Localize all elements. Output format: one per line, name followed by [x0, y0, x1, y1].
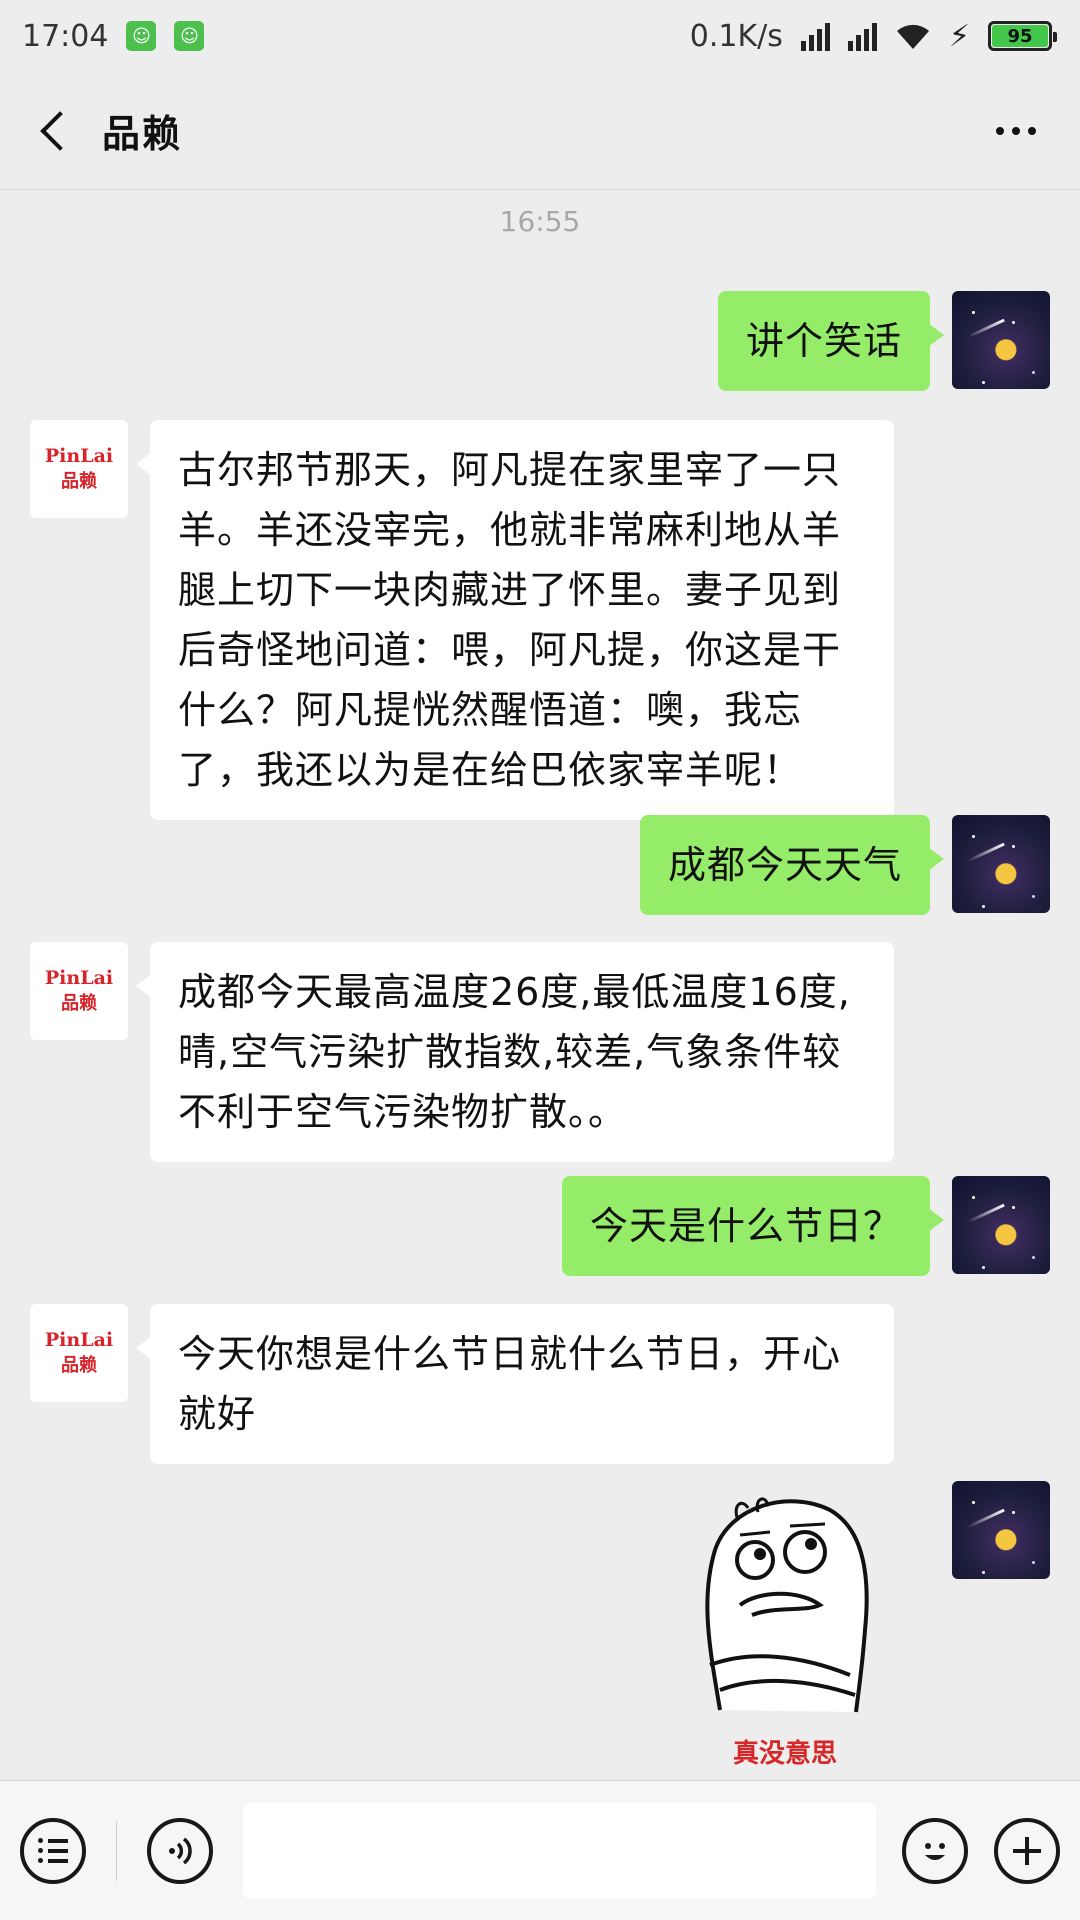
message-bubble-sent[interactable]: 今天是什么节日？	[561, 1176, 945, 1276]
my-avatar[interactable]	[952, 1176, 1050, 1274]
message-row: 今天是什么节日？	[561, 1176, 1050, 1276]
message-input[interactable]	[243, 1802, 876, 1899]
plus-icon	[1013, 1836, 1041, 1865]
message-row: PinLai 品赖 古尔邦节那天，阿凡提在家里宰了一只羊。羊还没宰完，他就非常麻…	[30, 420, 894, 820]
sticker-face-icon	[705, 1497, 869, 1713]
more-options-button[interactable]	[986, 117, 1046, 145]
my-avatar[interactable]	[952, 291, 1050, 389]
network-speed: 0.1K/s	[689, 18, 783, 54]
logo-text-en: PinLai	[44, 1329, 114, 1351]
my-avatar[interactable]	[952, 815, 1050, 913]
message-bubble-received[interactable]: 今天你想是什么节日就什么节日，开心就好	[136, 1304, 894, 1464]
message-bubble-sent[interactable]: 成都今天天气	[639, 815, 945, 915]
message-row: PinLai 品赖 今天你想是什么节日就什么节日，开心就好	[30, 1304, 894, 1464]
signal-icon	[847, 21, 877, 51]
logo-text-cn: 品赖	[61, 993, 97, 1014]
status-time: 17:04	[22, 18, 109, 54]
message-row: PinLai 品赖 成都今天最高温度26度,最低温度16度,晴,空气污染扩散指数…	[30, 942, 894, 1162]
dot-icon	[1028, 126, 1036, 135]
message-row: 讲个笑话	[717, 291, 1050, 391]
menu-button[interactable]	[20, 1817, 86, 1884]
bot-avatar[interactable]: PinLai 品赖	[30, 420, 128, 518]
bot-avatar[interactable]: PinLai 品赖	[30, 942, 128, 1040]
input-bar	[0, 1780, 1080, 1920]
wifi-icon	[896, 24, 929, 49]
message-bubble-received[interactable]: 成都今天最高温度26度,最低温度16度,晴,空气污染扩散指数,较差,气象条件较不…	[136, 942, 894, 1162]
my-avatar[interactable]	[952, 1481, 1050, 1579]
chat-title: 品赖	[102, 112, 183, 156]
signal-icon	[800, 21, 830, 51]
charging-icon: ⚡	[948, 18, 970, 54]
dot-icon	[996, 126, 1004, 135]
message-row	[952, 1481, 1050, 1579]
message-bubble-sent[interactable]: 讲个笑话	[717, 291, 945, 391]
emoji-icon	[925, 1842, 945, 1860]
menu-icon	[38, 1838, 68, 1863]
add-button[interactable]	[994, 1817, 1060, 1884]
sticker-caption: 真没意思	[732, 1739, 837, 1769]
dot-icon	[1012, 126, 1020, 135]
title-bar: 品赖	[0, 72, 1080, 190]
sticker-message[interactable]: 真没意思	[680, 1480, 890, 1770]
input-divider	[116, 1820, 117, 1881]
voice-button[interactable]	[147, 1817, 213, 1884]
logo-text-en: PinLai	[44, 445, 114, 467]
logo-text-cn: 品赖	[61, 471, 97, 492]
status-left: 17:04 ☺ ☺	[22, 18, 205, 54]
wechat-notification-icon: ☺	[126, 21, 157, 51]
battery-level: 95	[992, 25, 1048, 47]
logo-text-cn: 品赖	[61, 1355, 97, 1376]
voice-icon	[169, 1837, 192, 1864]
emoji-button[interactable]	[902, 1817, 968, 1884]
back-button[interactable]	[34, 106, 80, 156]
wechat-notification-icon: ☺	[174, 21, 205, 51]
status-right: 0.1K/s ⚡ 95	[689, 18, 1057, 54]
message-row: 成都今天天气	[639, 815, 1050, 915]
status-bar: 17:04 ☺ ☺ 0.1K/s ⚡ 95	[0, 0, 1080, 72]
battery-icon: 95	[988, 21, 1057, 51]
logo-text-en: PinLai	[44, 967, 114, 989]
back-chevron-icon	[40, 110, 80, 151]
message-timestamp: 16:55	[499, 205, 581, 238]
bot-avatar[interactable]: PinLai 品赖	[30, 1304, 128, 1402]
message-bubble-received[interactable]: 古尔邦节那天，阿凡提在家里宰了一只羊。羊还没宰完，他就非常麻利地从羊腿上切下一块…	[136, 420, 894, 820]
